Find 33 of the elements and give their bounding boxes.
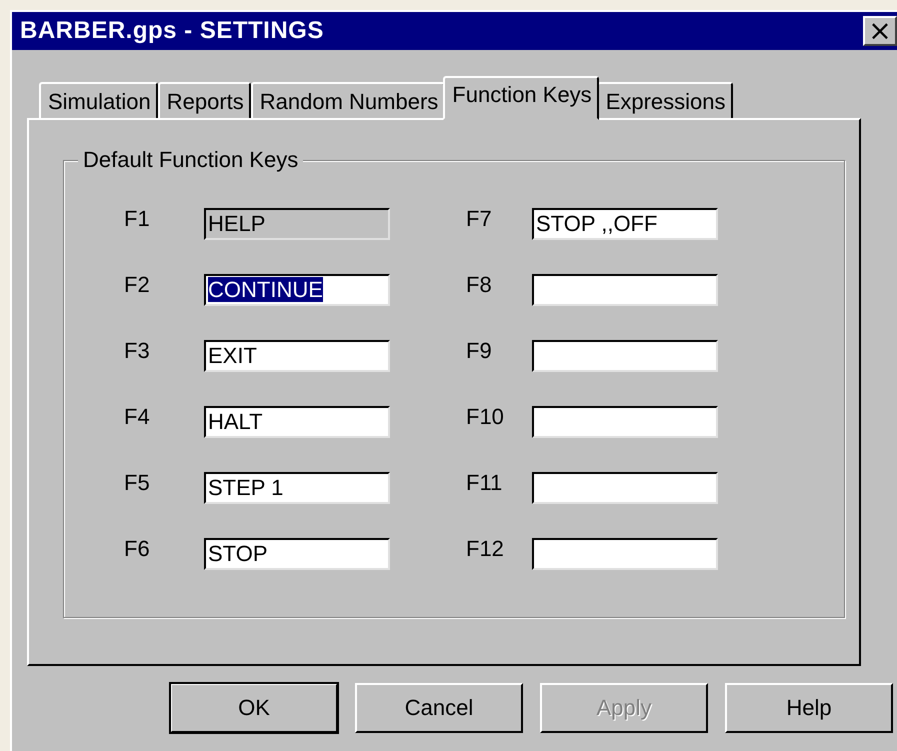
- key-label: F2: [124, 272, 151, 298]
- input-field[interactable]: [532, 472, 718, 504]
- input-field[interactable]: HALT: [204, 406, 390, 438]
- key-label: F11: [466, 470, 504, 496]
- window-title: BARBER.gps - SETTINGS: [20, 17, 324, 45]
- key-label: F4: [124, 404, 151, 430]
- tab[interactable]: Random Numbers: [250, 82, 446, 118]
- key-label: F8: [466, 272, 493, 298]
- key-label: F10: [466, 404, 505, 430]
- key-label: F6: [124, 536, 151, 562]
- tab[interactable]: Function Keys: [443, 76, 599, 120]
- dialog-button[interactable]: Help: [725, 683, 893, 733]
- input-field[interactable]: CONTINUE: [204, 274, 390, 306]
- key-label: F12: [466, 536, 505, 562]
- tab[interactable]: Reports: [158, 82, 251, 118]
- close-button[interactable]: ×: [863, 16, 897, 46]
- key-label: F7: [466, 206, 493, 232]
- input-field[interactable]: [532, 340, 718, 372]
- input-field[interactable]: [532, 274, 718, 306]
- input-field[interactable]: STOP: [204, 538, 390, 570]
- key-label: F3: [124, 338, 151, 364]
- input-field[interactable]: [532, 538, 718, 570]
- input-field[interactable]: [532, 406, 718, 438]
- input-field[interactable]: STEP 1: [204, 472, 390, 504]
- key-label: F1: [124, 206, 151, 232]
- dialog-button[interactable]: Cancel: [355, 683, 523, 733]
- key-label: F5: [124, 470, 151, 496]
- input-field[interactable]: EXIT: [204, 340, 390, 372]
- key-label: F9: [466, 338, 493, 364]
- tab[interactable]: Expressions: [596, 82, 733, 118]
- dialog-button[interactable]: OK: [170, 683, 338, 733]
- input-field[interactable]: STOP ,,OFF: [532, 208, 718, 240]
- tab[interactable]: Simulation: [39, 82, 158, 118]
